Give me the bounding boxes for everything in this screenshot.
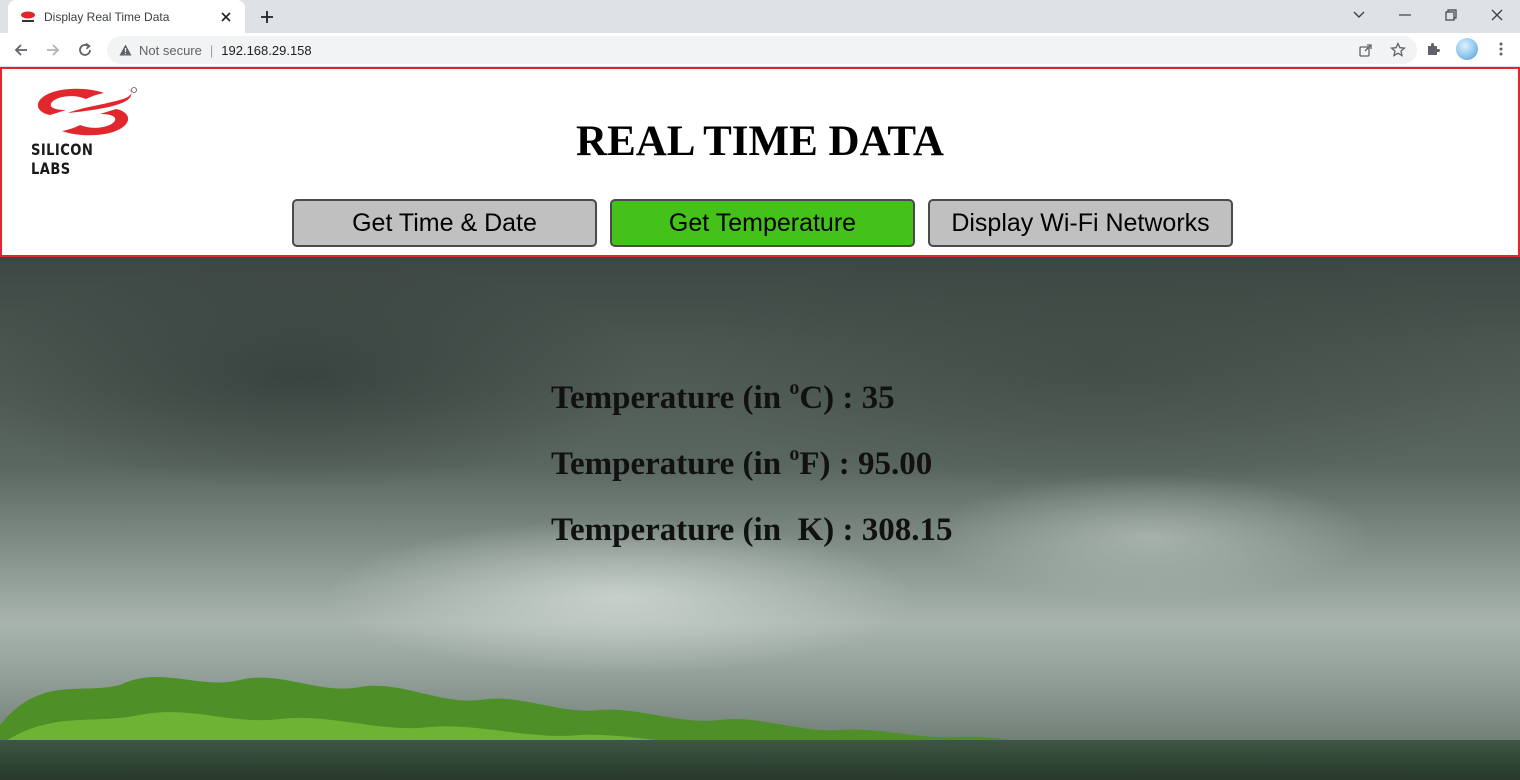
page-title: REAL TIME DATA — [576, 118, 944, 165]
back-arrow-icon[interactable] — [9, 38, 33, 62]
browser-tabstrip: Display Real Time Data — [0, 0, 1520, 33]
temperature-celsius-row: Temperature (in oC) : 35 — [551, 377, 952, 445]
reading-prefix: Temperature (in — [551, 380, 790, 416]
reading-separator: ) : — [823, 380, 862, 416]
address-bar[interactable]: Not secure | 192.168.29.158 — [107, 36, 1417, 64]
profile-avatar[interactable] — [1456, 38, 1478, 60]
kebab-menu-icon[interactable] — [1490, 38, 1512, 60]
reading-unit: C — [799, 380, 824, 416]
address-separator: | — [209, 42, 214, 58]
temperature-kelvin-value: 308.15 — [861, 512, 953, 548]
reading-separator: ) : — [823, 512, 862, 548]
reading-unit: K — [797, 512, 824, 548]
reading-prefix: Temperature (in — [551, 512, 798, 548]
share-icon[interactable] — [1357, 41, 1375, 59]
url-text[interactable]: 192.168.29.158 — [221, 43, 311, 58]
get-temperature-button[interactable]: Get Temperature — [610, 199, 915, 247]
display-wifi-networks-button[interactable]: Display Wi-Fi Networks — [928, 199, 1233, 247]
address-bar-actions — [1357, 41, 1407, 59]
bookmark-star-icon[interactable] — [1389, 41, 1407, 59]
temperature-readings: Temperature (in oC) : 35 Temperature (in… — [551, 377, 952, 577]
new-tab-icon[interactable] — [256, 6, 278, 28]
reading-unit: F — [799, 446, 820, 482]
close-tab-icon[interactable] — [217, 8, 235, 26]
browser-tab[interactable]: Display Real Time Data — [8, 0, 245, 33]
toolbar-actions — [1422, 38, 1512, 60]
minimize-icon[interactable] — [1382, 0, 1428, 30]
security-label[interactable]: Not secure — [139, 43, 202, 58]
header-button-row: Get Time & Date Get Temperature Display … — [292, 199, 1233, 247]
page-header: SILICON LABS REAL TIME DATA Get Time & D… — [0, 67, 1520, 257]
warning-triangle-icon[interactable] — [117, 42, 133, 58]
temperature-kelvin-row: Temperature (in K) : 308.15 — [551, 511, 952, 577]
browser-toolbar: Not secure | 192.168.29.158 — [0, 33, 1520, 67]
close-window-icon[interactable] — [1474, 0, 1520, 30]
degree-symbol: o — [789, 377, 800, 399]
reload-icon[interactable] — [73, 38, 97, 62]
tab-search-icon[interactable] — [1336, 0, 1382, 30]
water — [0, 740, 1520, 780]
degree-symbol: o — [789, 443, 800, 465]
extensions-puzzle-icon[interactable] — [1422, 38, 1444, 60]
reading-separator: ) : — [819, 446, 858, 482]
temperature-celsius-value: 35 — [861, 380, 895, 416]
temperature-fahrenheit-value: 95.00 — [857, 446, 933, 482]
window-controls — [1336, 0, 1520, 33]
storm-landscape-background: Temperature (in oC) : 35 Temperature (in… — [0, 257, 1520, 780]
forward-arrow-icon[interactable] — [41, 38, 65, 62]
get-time-date-button[interactable]: Get Time & Date — [292, 199, 597, 247]
tab-title: Display Real Time Data — [44, 9, 170, 24]
page-viewport: Temperature (in oC) : 35 Temperature (in… — [0, 67, 1520, 780]
silicon-labs-favicon-icon — [20, 9, 36, 25]
temperature-fahrenheit-row: Temperature (in oF) : 95.00 — [551, 443, 952, 511]
reading-prefix: Temperature (in — [551, 446, 790, 482]
restore-icon[interactable] — [1428, 0, 1474, 30]
